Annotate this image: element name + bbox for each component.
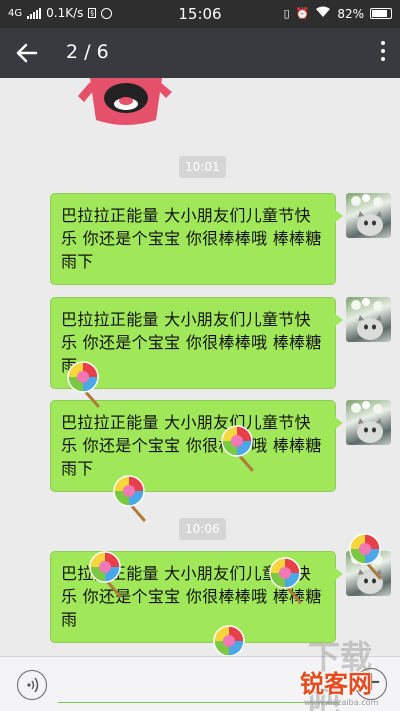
cat-avatar-icon (351, 298, 383, 340)
voice-input-button[interactable] (17, 670, 47, 700)
user-avatar[interactable] (346, 400, 391, 445)
lollipop-icon (220, 424, 260, 472)
page-indicator: 2 / 6 (66, 41, 109, 63)
battery-percent: 82% (337, 6, 364, 21)
timestamp: 10:06 (179, 518, 226, 540)
voice-icon (27, 677, 39, 693)
lollipop-icon (66, 360, 106, 408)
lollipop-icon (268, 556, 308, 604)
back-button[interactable] (10, 37, 44, 69)
alarm-icon: ⏰ (295, 7, 310, 20)
timestamp: 10:01 (179, 156, 226, 178)
status-bar: 4G 0.1K/s § 15:06 ▯ ⏰ 82% (0, 0, 400, 28)
watermark-main: 锐客网 (300, 670, 372, 698)
user-avatar[interactable] (346, 297, 391, 342)
cat-avatar-icon (351, 401, 383, 443)
watermark: 下载吧 锐客网 www.xiazaiba.com (300, 632, 398, 711)
lollipop-icon (112, 474, 152, 522)
wifi-icon (315, 6, 331, 21)
cat-avatar-icon (351, 194, 383, 236)
message-bubble[interactable]: 巴拉拉正能量 大小朋友们儿童节快乐 你还是个宝宝 你很棒棒哦 棒棒糖雨下 (50, 400, 343, 492)
back-arrow-icon (16, 43, 38, 63)
vibrate-icon: ▯ (283, 7, 290, 20)
more-menu-button[interactable] (380, 41, 386, 65)
sticker-image[interactable] (76, 78, 176, 126)
user-avatar[interactable] (346, 193, 391, 238)
status-right: ▯ ⏰ 82% (284, 6, 392, 21)
lollipop-icon (348, 532, 388, 580)
lollipop-icon (88, 550, 128, 598)
watermark-url: www.xiazaiba.com (304, 698, 379, 707)
message-input[interactable] (58, 669, 340, 703)
message-bubble[interactable]: 巴拉拉正能量 大小朋友们儿童节快乐 你还是个宝宝 你很棒棒哦 棒棒糖雨下 (50, 193, 343, 285)
image-viewer-header: 2 / 6 (0, 28, 400, 78)
battery-icon (370, 8, 392, 19)
